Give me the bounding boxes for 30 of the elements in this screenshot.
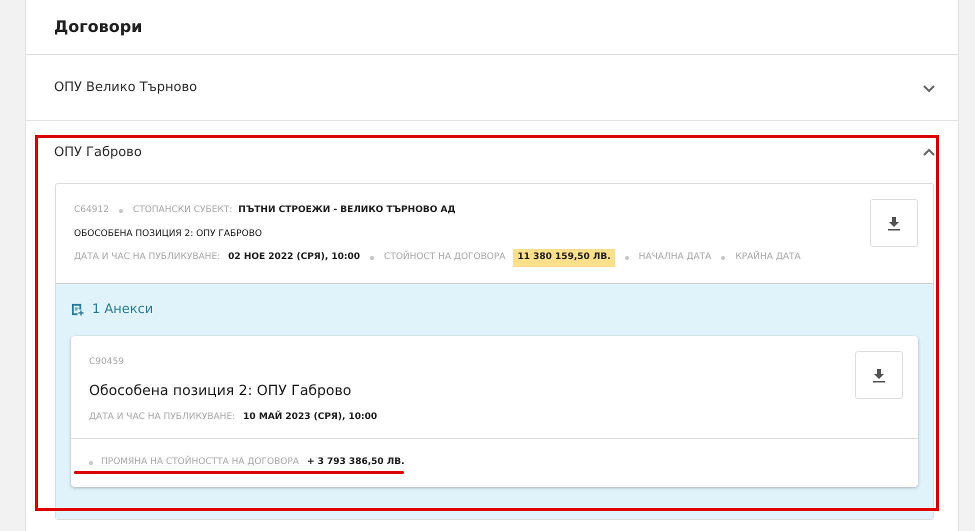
contract-number: C64912	[74, 204, 109, 217]
page-title: Договори	[54, 16, 142, 38]
section-header[interactable]: ОПУ Габрово	[54, 143, 142, 163]
bullet-icon	[721, 256, 726, 260]
position-text: ОБОСОБЕНА ПОЗИЦИЯ 2: ОПУ ГАБРОВО	[74, 228, 263, 240]
annex-number: C90459	[89, 356, 125, 368]
document-plus-icon	[71, 303, 84, 316]
annexes-toggle[interactable]: 1 Анекси	[92, 300, 154, 320]
download-button[interactable]	[855, 350, 903, 398]
download-icon	[886, 215, 902, 231]
value-label: СТОЙНОСТ НА ДОГОВОРА	[384, 251, 506, 264]
section-header[interactable]: ОПУ Велико Търново	[54, 78, 198, 98]
download-button[interactable]	[870, 199, 918, 247]
change-value: + 3 793 386,50 ЛВ.	[306, 456, 405, 469]
change-label: ПРОМЯНА НА СТОЙНОСТТА НА ДОГОВОРА	[101, 456, 299, 469]
annex-title: Обособена позиция 2: ОПУ Габрово	[89, 382, 352, 401]
bullet-icon	[118, 208, 123, 213]
published-label: ДАТА И ЧАС НА ПУБЛИКУВАНЕ:	[89, 411, 236, 424]
download-icon	[871, 366, 887, 382]
subject-label: СТОПАНСКИ СУБЕКТ:	[132, 204, 232, 217]
bullet-icon	[89, 460, 93, 464]
published-label: ДАТА И ЧАС НА ПУБЛИКУВАНЕ:	[74, 251, 220, 264]
bullet-icon	[370, 256, 374, 260]
start-date-label: НАЧАЛНА ДАТА	[638, 251, 712, 264]
value-badge: 11 380 159,50 ЛВ.	[513, 249, 615, 266]
end-date-label: КРАЙНА ДАТА	[735, 251, 801, 264]
published-value: 02 НОЕ 2022 (СРЯ), 10:00	[228, 251, 360, 264]
published-value: 10 МАЙ 2023 (СРЯ), 10:00	[243, 411, 378, 424]
bullet-icon	[624, 256, 629, 260]
subject-value: ПЪТНИ СТРОЕЖИ - ВЕЛИКО ТЪРНОВО АД	[238, 204, 456, 217]
